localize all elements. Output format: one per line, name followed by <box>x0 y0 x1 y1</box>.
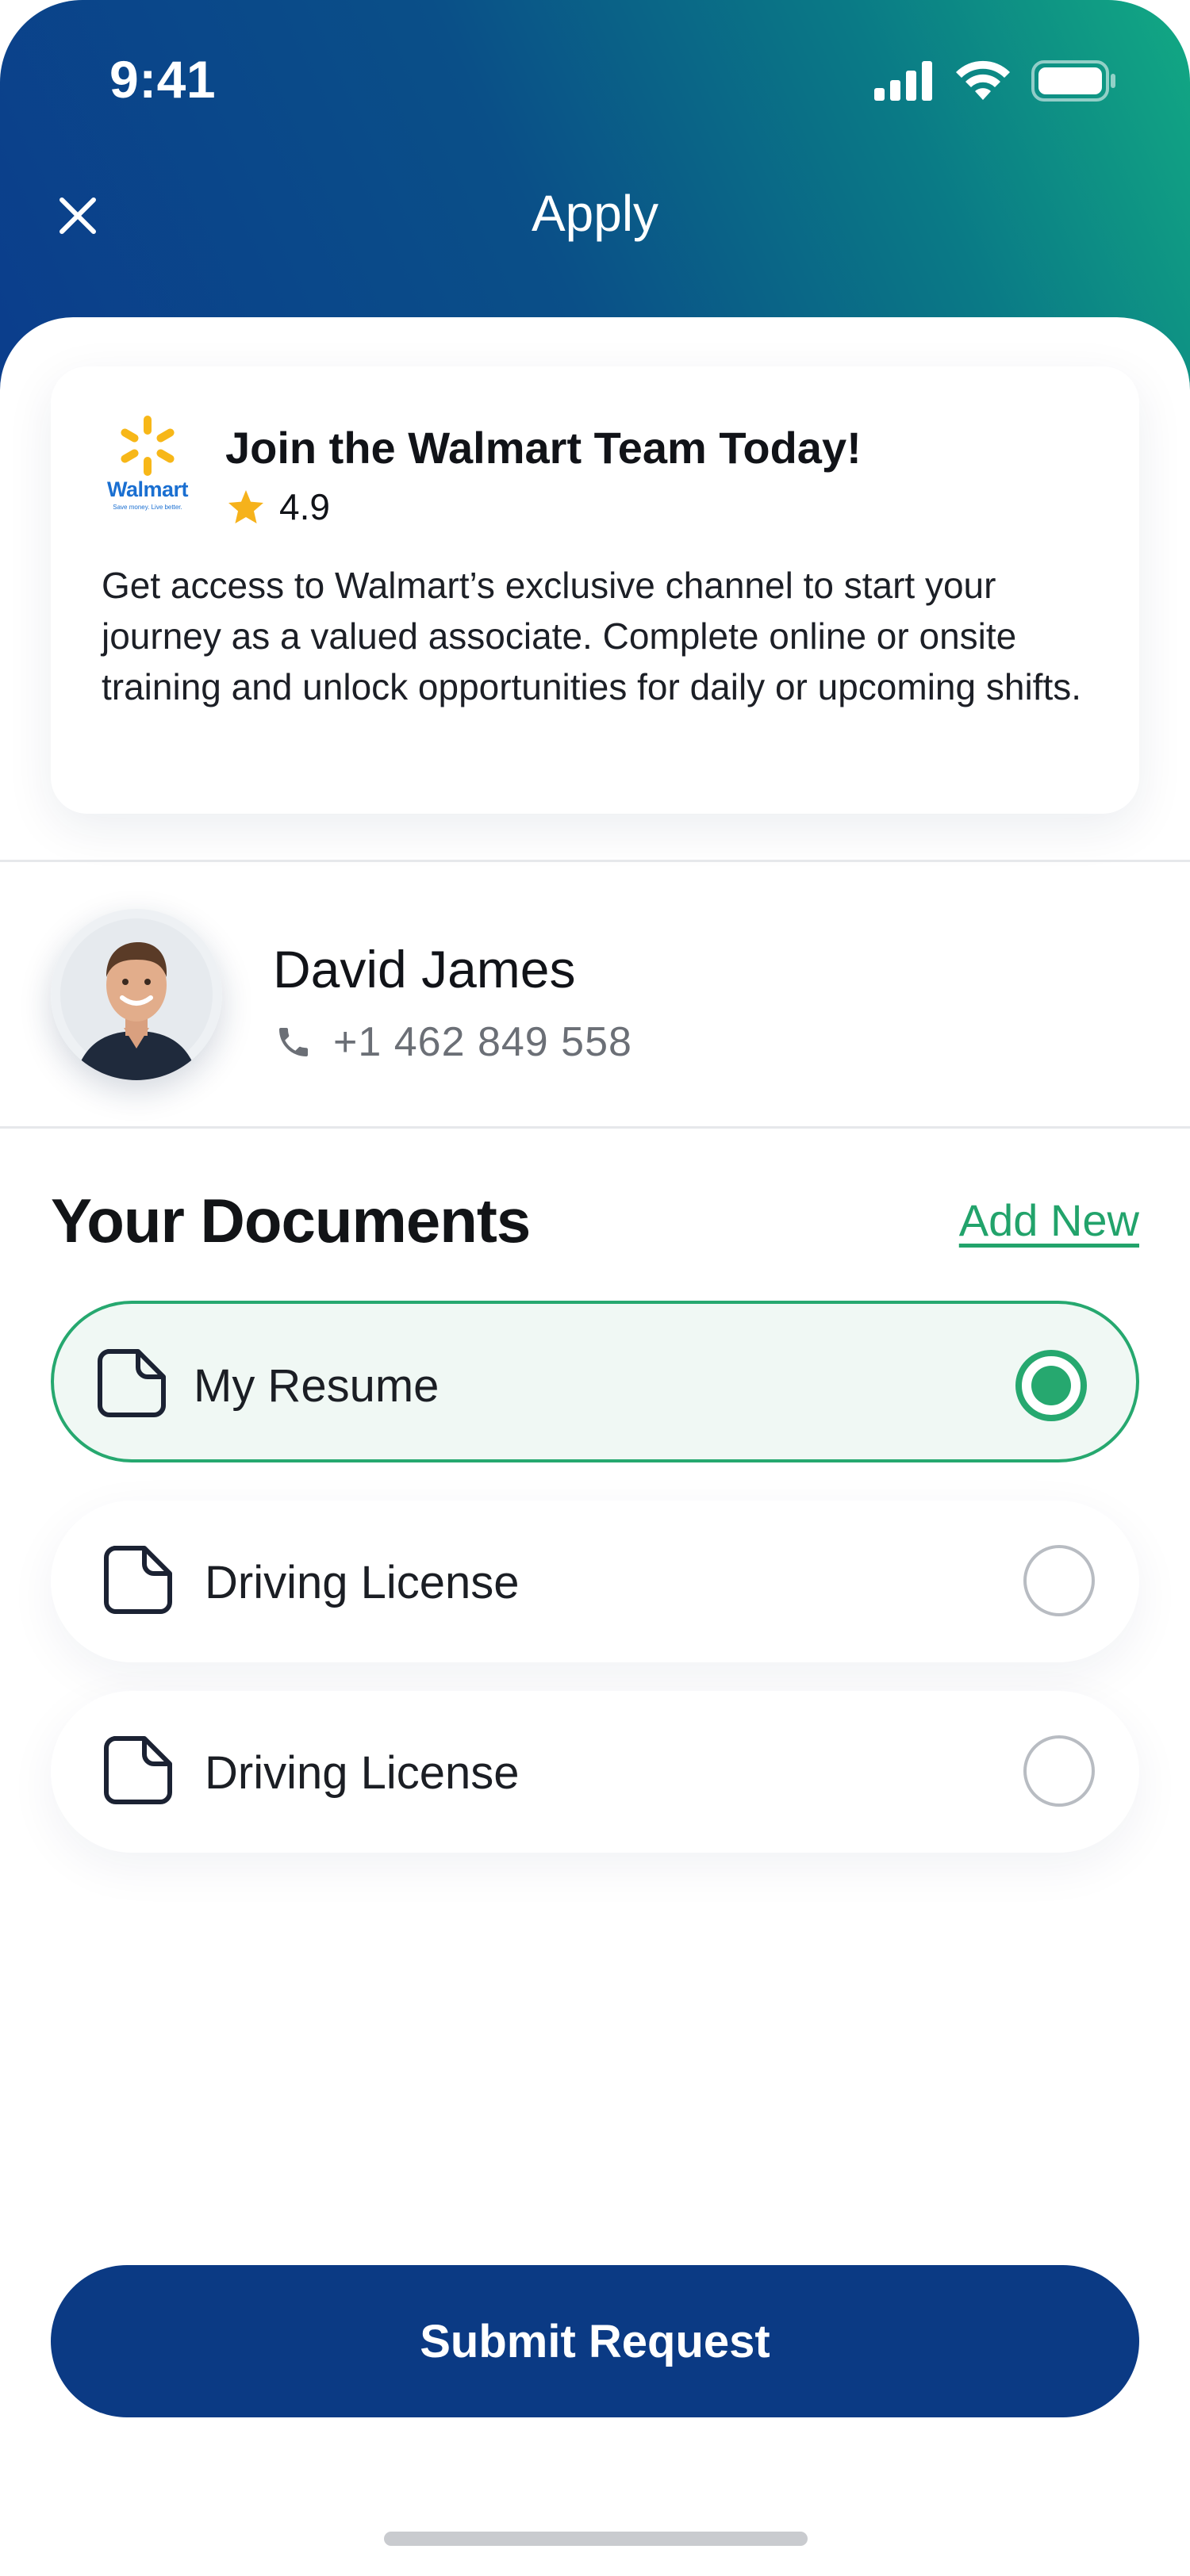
phone-number: +1 462 849 558 <box>333 1019 632 1065</box>
phone-icon <box>279 1028 308 1056</box>
divider <box>0 860 1190 862</box>
document-label: Driving License <box>205 1557 520 1608</box>
submit-request-button[interactable]: Submit Request <box>51 2265 1139 2417</box>
document-icon <box>104 1546 172 1614</box>
profile-photo <box>51 909 222 1080</box>
document-icon <box>104 1736 172 1804</box>
radio-unselected[interactable] <box>1023 1735 1095 1807</box>
radio-unselected[interactable] <box>1023 1545 1095 1616</box>
page-title: Apply <box>531 185 659 242</box>
walmart-logo-text: Walmart <box>106 477 189 501</box>
job-card: Walmart Save money. Live better. Join th… <box>51 366 1139 814</box>
profile-name: David James <box>273 940 576 999</box>
walmart-logo-tagline: Save money. Live better. <box>113 504 182 511</box>
add-new-link[interactable]: Add New <box>959 1194 1139 1246</box>
avatar <box>51 909 222 1080</box>
document-label: Driving License <box>205 1747 520 1799</box>
phone-row: +1 462 849 558 <box>274 1018 632 1066</box>
status-time: 9:41 <box>109 50 217 109</box>
app-screen: 9:41 Apply Walmart Save money. Live bett… <box>0 0 1190 2576</box>
document-item[interactable]: My Resume <box>51 1301 1139 1462</box>
document-label: My Resume <box>194 1360 440 1412</box>
document-item[interactable]: Driving License <box>51 1501 1139 1662</box>
rating: 4.9 <box>227 485 330 528</box>
status-icons <box>874 60 1117 102</box>
job-title: Join the Walmart Team Today! <box>225 423 862 473</box>
document-icon <box>98 1349 166 1417</box>
home-indicator <box>384 2532 808 2546</box>
walmart-logo: Walmart Save money. Live better. <box>103 414 192 511</box>
star-icon <box>228 490 263 523</box>
divider <box>0 1126 1190 1129</box>
battery-icon <box>1031 60 1115 102</box>
wifi-icon <box>956 60 1010 100</box>
job-description: Get access to Walmart’s exclusive channe… <box>102 565 1082 707</box>
walmart-spark-icon <box>121 416 175 476</box>
rating-value: 4.9 <box>279 486 330 527</box>
radio-selected[interactable] <box>1015 1350 1087 1421</box>
cellular-signal-icon <box>874 61 932 101</box>
documents-title: Your Documents <box>51 1186 531 1255</box>
document-item[interactable]: Driving License <box>51 1691 1139 1853</box>
